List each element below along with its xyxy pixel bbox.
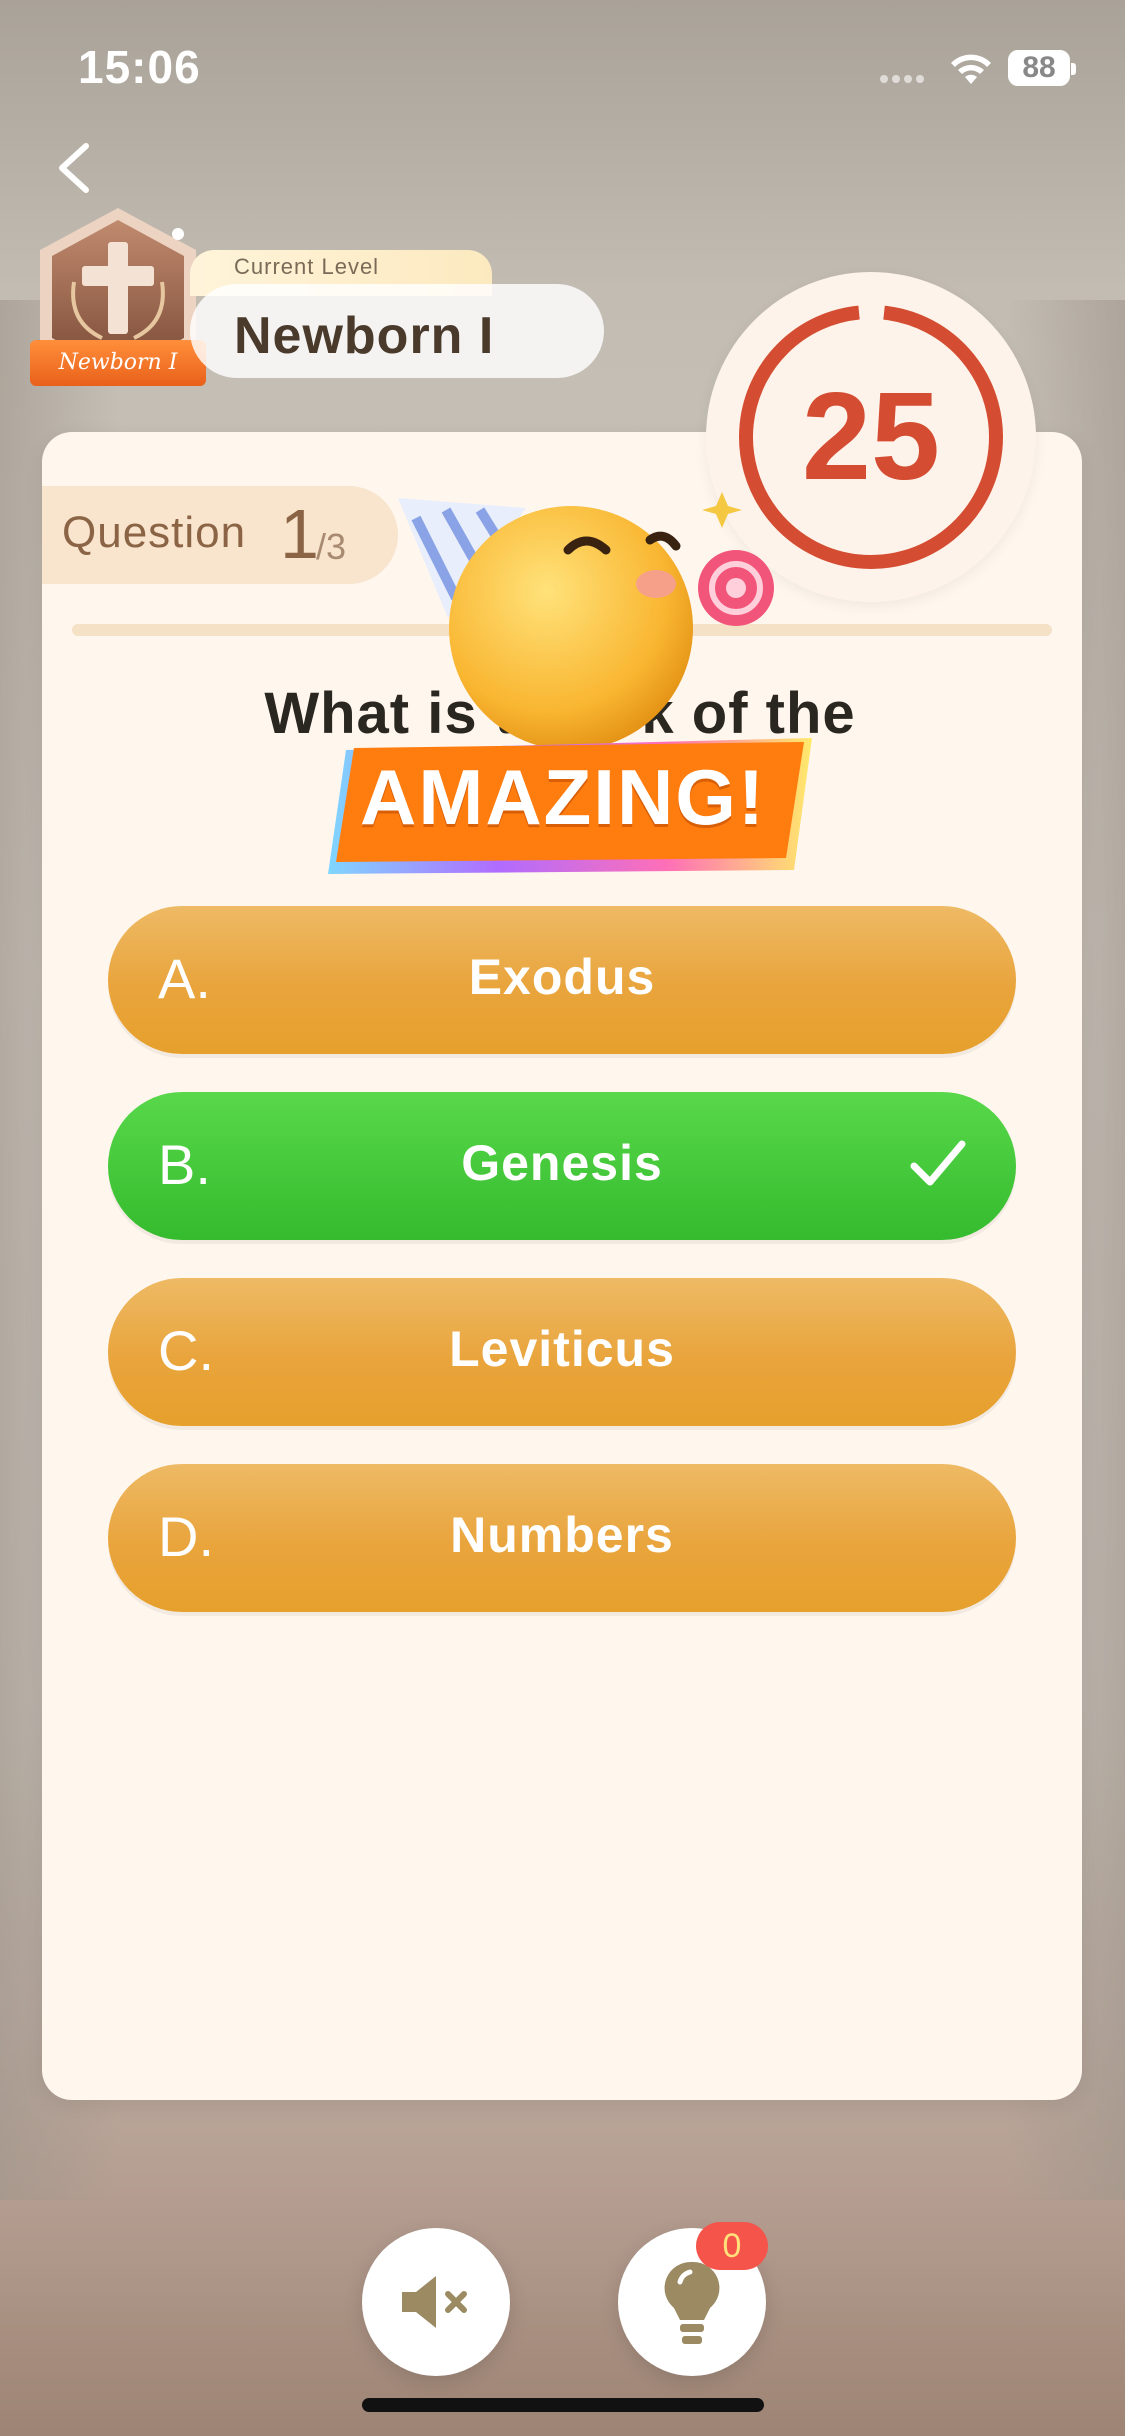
level-ribbon: Newborn I [30, 340, 206, 386]
party-emoji-icon [398, 492, 774, 750]
option-a-button[interactable]: A. Exodus [108, 906, 1016, 1054]
wifi-icon [951, 54, 991, 84]
home-indicator [362, 2398, 764, 2412]
option-text: Leviticus [449, 1321, 675, 1377]
option-b-button[interactable]: B. Genesis [108, 1092, 1016, 1240]
battery-icon: 88 [1008, 50, 1076, 86]
question-total: /3 [316, 526, 347, 567]
timer-seconds: 25 [802, 368, 940, 506]
option-text: Numbers [450, 1507, 674, 1563]
hint-count-badge: 0 [696, 2222, 768, 2270]
checkmark-icon [910, 1140, 966, 1186]
amazing-text: AMAZING! [360, 753, 766, 841]
cellular-signal-icon [880, 70, 932, 83]
option-text: Genesis [461, 1135, 663, 1191]
speaker-muted-icon [402, 2276, 467, 2328]
back-arrow-icon[interactable] [52, 140, 96, 196]
sound-toggle-button[interactable] [362, 2228, 510, 2376]
question-label: Question [62, 508, 247, 557]
status-time: 15:06 [78, 41, 201, 93]
level-name: Newborn I [234, 307, 495, 365]
option-c-button[interactable]: C. Leviticus [108, 1278, 1016, 1426]
lightbulb-icon [664, 2261, 720, 2344]
question-current: 1 [280, 495, 319, 573]
level-caption: Current Level [234, 254, 380, 279]
option-d-button[interactable]: D. Numbers [108, 1464, 1016, 1612]
option-text: Exodus [468, 949, 656, 1005]
